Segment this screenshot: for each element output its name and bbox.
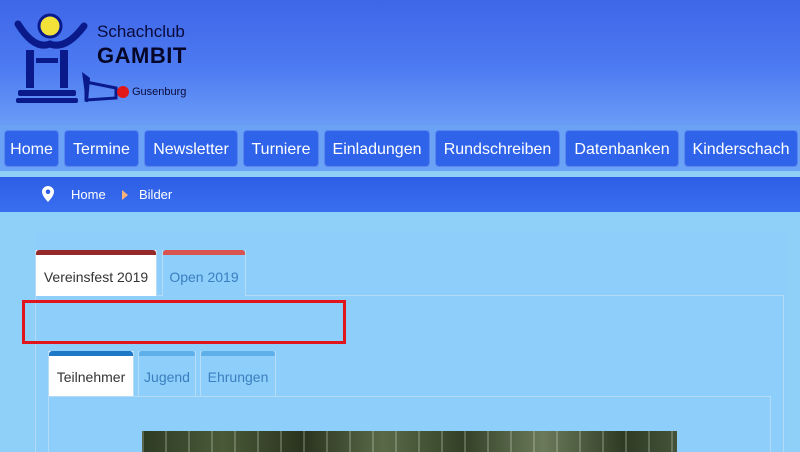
nav-item-newsletter[interactable]: Newsletter xyxy=(144,130,238,167)
tab-ehrungen[interactable]: Ehrungen xyxy=(200,351,276,396)
tab-jugend[interactable]: Jugend xyxy=(138,351,196,396)
tab-open-2019[interactable]: Open 2019 xyxy=(162,250,246,296)
tab-label: Ehrungen xyxy=(207,369,269,385)
tab-accent xyxy=(163,250,245,255)
tab-label: Vereinsfest 2019 xyxy=(43,269,149,285)
highlight-box xyxy=(22,300,346,344)
tab-accent xyxy=(36,250,156,255)
nav-item-kinderschach[interactable]: Kinderschach xyxy=(684,130,798,167)
site-header: Schachclub GAMBIT Gusenburg xyxy=(0,0,800,125)
logo-text-gambit: GAMBIT xyxy=(97,43,187,68)
tab-teilnehmer[interactable]: Teilnehmer xyxy=(48,351,134,396)
tab-accent xyxy=(139,351,195,356)
gallery-photo[interactable] xyxy=(142,431,677,452)
breadcrumb-current: Bilder xyxy=(139,187,173,202)
nav-item-turniere[interactable]: Turniere xyxy=(243,130,319,167)
breadcrumb-home-link[interactable]: Home xyxy=(71,187,106,202)
main-navigation: Home Termine Newsletter Turniere Einladu… xyxy=(0,125,800,171)
map-pin-icon xyxy=(42,186,54,202)
nav-item-einladungen[interactable]: Einladungen xyxy=(324,130,430,167)
logo-text-gusenburg: Gusenburg xyxy=(132,86,187,98)
tab-vereinsfest-2019[interactable]: Vereinsfest 2019 xyxy=(35,250,157,296)
nav-item-datenbanken[interactable]: Datenbanken xyxy=(565,130,679,167)
breadcrumb: Home Bilder xyxy=(0,177,800,212)
tab-accent xyxy=(201,351,275,356)
breadcrumb-separator-icon xyxy=(122,190,128,200)
nav-item-rundschreiben[interactable]: Rundschreiben xyxy=(435,130,560,167)
nav-item-home[interactable]: Home xyxy=(4,130,59,167)
logo-text-schachclub: Schachclub xyxy=(97,22,185,41)
tab-label: Teilnehmer xyxy=(56,369,126,385)
tab-label: Open 2019 xyxy=(169,269,239,285)
tab-accent xyxy=(49,351,133,356)
nav-item-termine[interactable]: Termine xyxy=(64,130,139,167)
tab-label: Jugend xyxy=(144,369,190,385)
